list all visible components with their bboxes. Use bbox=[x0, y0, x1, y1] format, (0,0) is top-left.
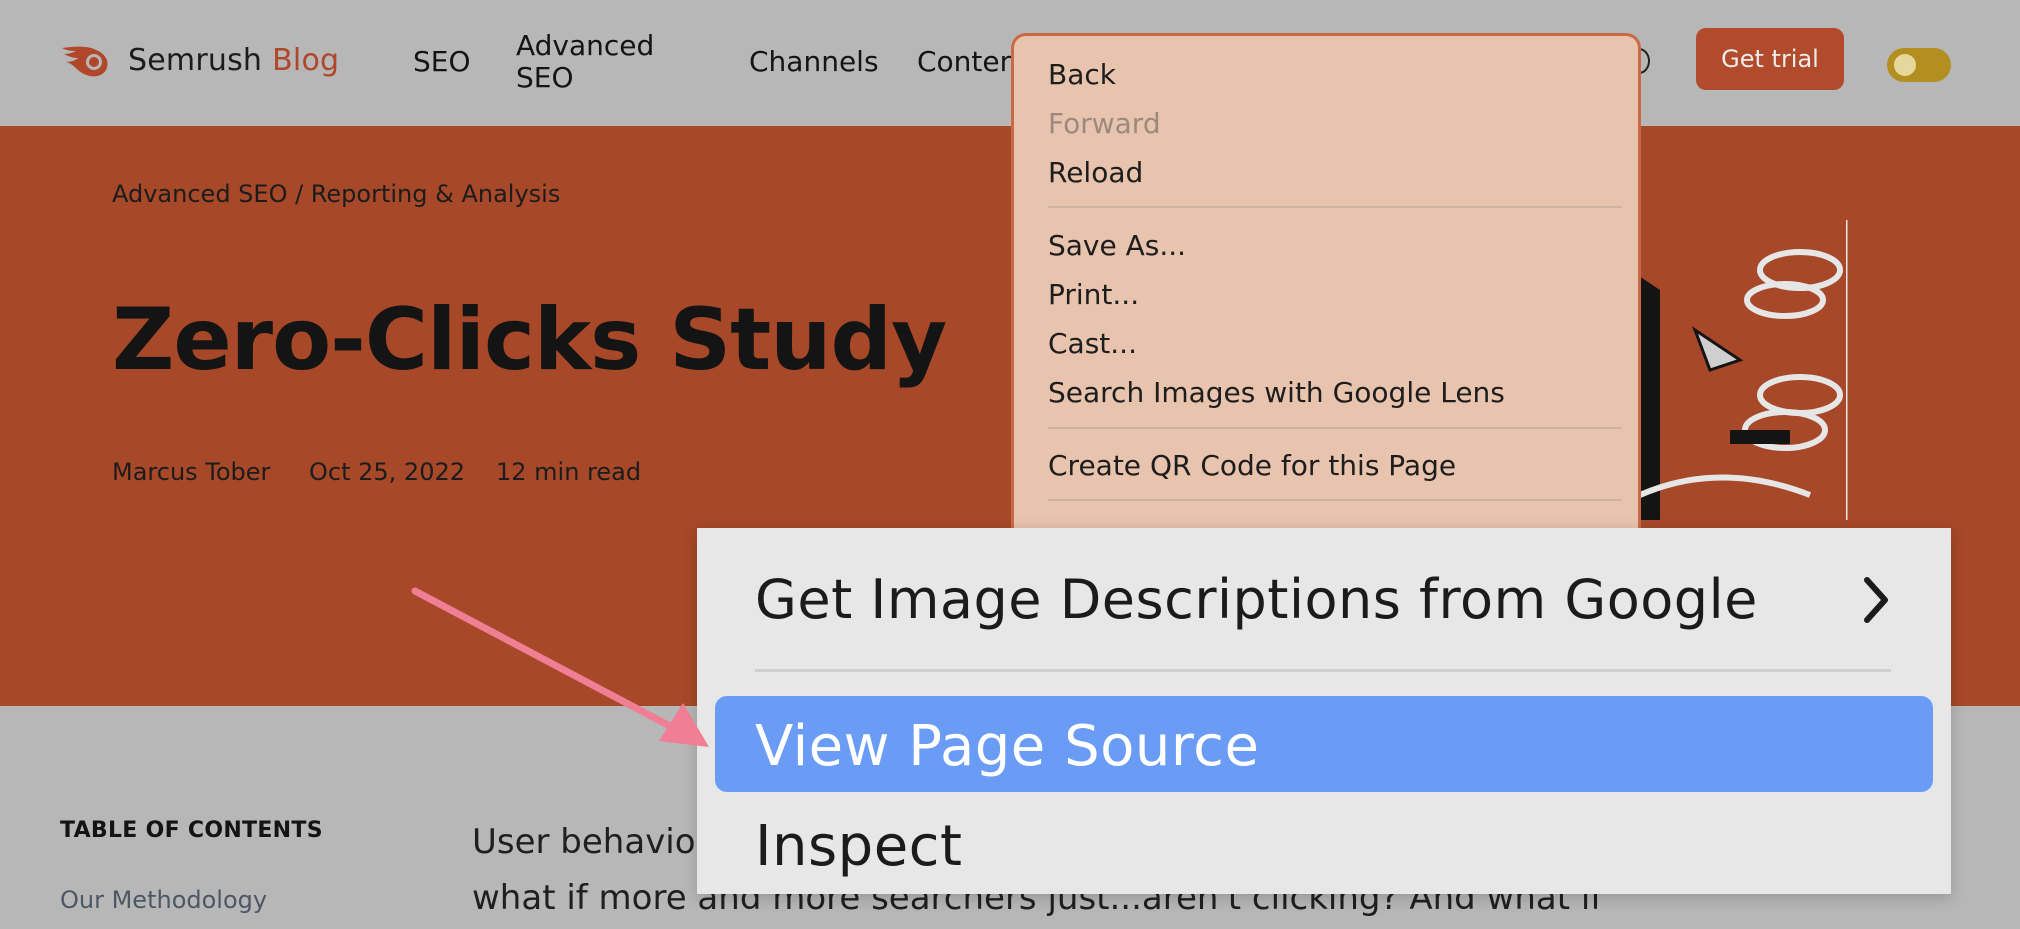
nav-seo[interactable]: SEO bbox=[413, 46, 471, 78]
toc-title: TABLE OF CONTENTS bbox=[60, 818, 323, 843]
brand-name: Semrush bbox=[128, 42, 263, 78]
publish-date: Oct 25, 2022 bbox=[309, 458, 465, 486]
chevron-right-icon bbox=[1864, 577, 1888, 623]
menu-item-inspect[interactable]: Inspect bbox=[755, 814, 962, 879]
menu-item-search-images-lens[interactable]: Search Images with Google Lens bbox=[1048, 376, 1505, 409]
context-menu: Back Forward Reload Save As... Print... … bbox=[1014, 36, 1638, 556]
semrush-blog-logo[interactable]: Semrush Blog bbox=[58, 40, 339, 80]
author-name[interactable]: Marcus Tober bbox=[112, 458, 270, 486]
menu-item-view-page-source[interactable]: View Page Source bbox=[755, 714, 1259, 779]
nav-advanced-seo[interactable]: Advanced SEO bbox=[516, 30, 654, 94]
breadcrumb[interactable]: Advanced SEO / Reporting & Analysis bbox=[112, 180, 560, 208]
menu-item-image-descriptions[interactable]: Get Image Descriptions from Google bbox=[755, 568, 1758, 631]
semrush-logo-icon bbox=[62, 46, 108, 77]
nav-content[interactable]: Conten bbox=[917, 46, 1017, 78]
menu-divider bbox=[1048, 499, 1622, 501]
page-title: Zero-Clicks Study bbox=[112, 290, 947, 390]
article-text-line-1: User behavio bbox=[472, 822, 696, 862]
menu-divider bbox=[1048, 427, 1622, 429]
menu-item-save-as[interactable]: Save As... bbox=[1048, 229, 1186, 262]
read-time: 12 min read bbox=[496, 458, 642, 486]
menu-item-cast[interactable]: Cast... bbox=[1048, 327, 1137, 360]
toggle-knob bbox=[1894, 54, 1916, 76]
menu-item-back[interactable]: Back bbox=[1048, 58, 1116, 91]
brand-blog: Blog bbox=[272, 42, 340, 78]
menu-item-create-qr[interactable]: Create QR Code for this Page bbox=[1048, 449, 1456, 482]
menu-divider bbox=[1048, 206, 1622, 208]
menu-divider bbox=[755, 669, 1891, 672]
nav-channels[interactable]: Channels bbox=[749, 46, 879, 78]
toc-item-methodology[interactable]: Our Methodology bbox=[60, 886, 267, 914]
menu-item-print[interactable]: Print... bbox=[1048, 278, 1139, 311]
menu-item-reload[interactable]: Reload bbox=[1048, 156, 1143, 189]
pointer-arrow-icon bbox=[411, 587, 709, 747]
get-trial-button[interactable]: Get trial bbox=[1696, 28, 1844, 90]
theme-toggle[interactable] bbox=[1887, 48, 1951, 82]
menu-item-forward: Forward bbox=[1048, 107, 1161, 140]
zoomed-menu-callout: Get Image Descriptions from Google View … bbox=[697, 528, 1951, 894]
